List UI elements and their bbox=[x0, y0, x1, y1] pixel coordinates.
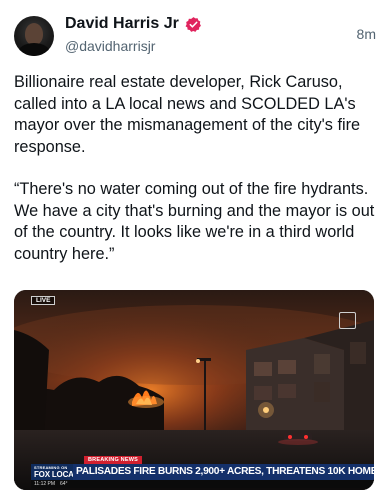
post-timestamp[interactable]: 8m bbox=[357, 26, 376, 42]
avatar-face bbox=[25, 23, 43, 45]
avatar[interactable] bbox=[14, 16, 54, 56]
post-body: Billionaire real estate developer, Rick … bbox=[14, 72, 376, 265]
post-header: David Harris Jr @davidharrisjr 8m bbox=[14, 12, 376, 58]
post-paragraph-1: Billionaire real estate developer, Rick … bbox=[14, 73, 361, 156]
author-row: David Harris Jr bbox=[65, 15, 202, 33]
author-handle[interactable]: @davidharrisjr bbox=[65, 38, 155, 54]
chyron-clock: 11:12 PM bbox=[34, 481, 56, 487]
author-name[interactable]: David Harris Jr bbox=[65, 15, 179, 33]
chyron-headline: PALISADES FIRE BURNS 2,900+ ACRES, THREA… bbox=[76, 466, 374, 477]
verified-badge-icon bbox=[185, 16, 201, 32]
video-thumbnail[interactable]: LIVE BREAKING NEWS STREAMING ON FOX LOCA… bbox=[14, 290, 374, 490]
news-chyron: BREAKING NEWS STREAMING ON FOX LOCAL PAL… bbox=[14, 443, 374, 490]
info-bar bbox=[31, 480, 374, 488]
brand-name: FOX LOCAL bbox=[34, 470, 79, 479]
network-logo-icon bbox=[339, 312, 356, 329]
live-badge: LIVE bbox=[31, 296, 56, 305]
post-paragraph-2: “There's no water coming out of the fire… bbox=[14, 180, 375, 263]
breaking-news-label: BREAKING NEWS bbox=[84, 456, 142, 464]
avatar-shoulders bbox=[18, 43, 50, 56]
chyron-temperature: 64° bbox=[60, 481, 68, 487]
